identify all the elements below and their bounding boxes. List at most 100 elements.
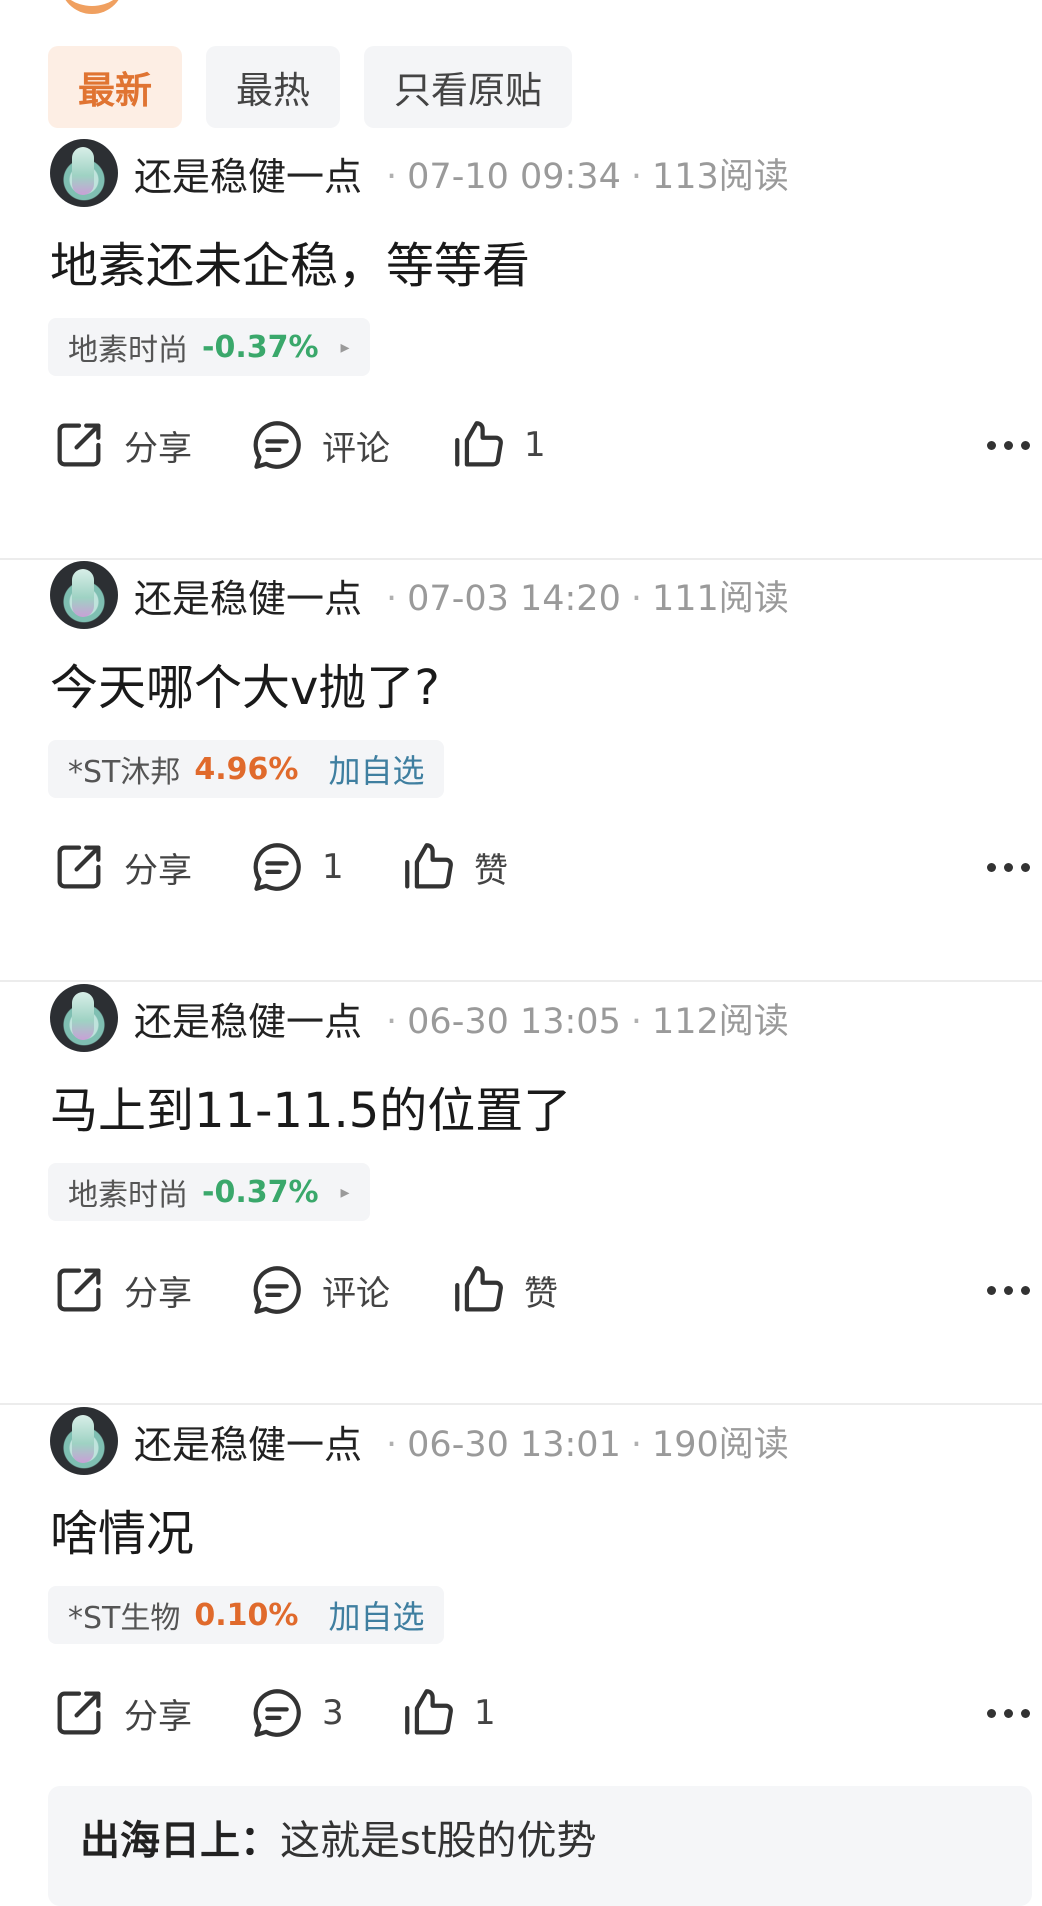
post-header: 还是稳健一点 · 07-03 14:20 · 111阅读 (50, 560, 789, 630)
author-name[interactable]: 还是稳健一点 (134, 991, 362, 1046)
post-card: 还是稳健一点 · 06-30 13:01 · 190阅读 啥情况 *ST生物 0.10… (0, 1406, 1042, 1786)
share-button[interactable]: 分享 (50, 1255, 192, 1325)
stock-change: 0.10% (194, 1597, 299, 1633)
share-button[interactable]: 分享 (50, 1678, 192, 1748)
comment-count: 1 (322, 847, 344, 887)
post-card: 还是稳健一点 · 06-30 13:05 · 112阅读 马上到11-11.5的位置了… (0, 983, 1042, 1405)
post-time: 07-03 14:20 (407, 578, 621, 619)
post-header: 还是稳健一点 · 07-10 09:34 · 113阅读 (50, 138, 789, 208)
comment-button[interactable]: 评论 (248, 410, 390, 480)
tab-latest[interactable]: 最新 (48, 46, 182, 128)
tab-hottest[interactable]: 最热 (206, 46, 340, 128)
read-count: 113阅读 (652, 156, 789, 197)
stock-tag[interactable]: *ST沐邦 4.96% 加自选 (48, 740, 445, 798)
reply-username[interactable]: 出海日上： (80, 1818, 280, 1864)
share-button[interactable]: 分享 (50, 410, 192, 480)
like-button[interactable]: 1 (450, 410, 546, 480)
add-watchlist-button[interactable]: 加自选 (328, 1592, 424, 1638)
comment-icon (253, 421, 301, 469)
like-button[interactable]: 赞 (450, 1255, 558, 1325)
like-count: 1 (524, 425, 546, 465)
action-bar: 分享 1 赞 (50, 832, 1030, 902)
comment-button[interactable]: 3 (248, 1678, 344, 1748)
comment-icon (253, 843, 301, 891)
thumbs-up-icon (405, 1689, 453, 1735)
divider (0, 1403, 1042, 1405)
comment-button[interactable]: 1 (248, 832, 344, 902)
share-label: 分享 (124, 850, 192, 891)
post-header: 还是稳健一点 · 06-30 13:01 · 190阅读 (50, 1406, 789, 1476)
read-count: 112阅读 (652, 1001, 789, 1042)
like-label: 赞 (474, 850, 508, 891)
avatar[interactable] (50, 984, 118, 1052)
post-content[interactable]: 今天哪个大v抛了? (50, 648, 440, 718)
chevron-right-icon: ▸ (340, 336, 350, 358)
avatar[interactable] (50, 1407, 118, 1475)
like-button[interactable]: 赞 (400, 832, 508, 902)
action-bar: 分享 评论 赞 (50, 1255, 1030, 1325)
share-label: 分享 (124, 1273, 192, 1314)
read-count: 190阅读 (652, 1424, 789, 1465)
comment-count: 3 (322, 1693, 344, 1733)
chevron-right-icon: ▸ (340, 1181, 350, 1203)
share-label: 分享 (124, 428, 192, 469)
comment-icon (253, 1689, 301, 1737)
like-count: 1 (474, 1693, 496, 1733)
stock-name: 地素时尚 (68, 333, 188, 368)
more-options-button[interactable] (987, 1678, 1030, 1748)
stock-change: -0.37% (202, 329, 319, 365)
like-button[interactable]: 1 (400, 1678, 496, 1748)
author-name[interactable]: 还是稳健一点 (134, 146, 362, 201)
post-card: 还是稳健一点 · 07-03 14:20 · 111阅读 今天哪个大v抛了? *ST沐… (0, 560, 1042, 982)
stock-name: *ST沐邦 (68, 755, 181, 790)
tab-original-only[interactable]: 只看原贴 (364, 46, 572, 128)
avatar[interactable] (50, 139, 118, 207)
post-time: 07-10 09:34 (407, 156, 621, 197)
comment-icon (253, 1266, 301, 1314)
more-options-button[interactable] (987, 410, 1030, 480)
share-label: 分享 (124, 1696, 192, 1737)
header-decoration (60, 0, 124, 14)
more-options-button[interactable] (987, 832, 1030, 902)
post-meta: · 07-03 14:20 · 111阅读 (386, 578, 789, 619)
read-count: 111阅读 (652, 578, 789, 619)
add-watchlist-button[interactable]: 加自选 (328, 746, 424, 792)
stock-change: 4.96% (194, 751, 299, 787)
author-name[interactable]: 还是稳健一点 (134, 1414, 362, 1469)
post-header: 还是稳健一点 · 06-30 13:05 · 112阅读 (50, 983, 789, 1053)
sort-tabs: 最新 最热 只看原贴 (48, 46, 572, 128)
share-icon (57, 845, 101, 889)
thumbs-up-icon (405, 843, 453, 889)
post-card: 还是稳健一点 · 07-10 09:34 · 113阅读 地素还未企稳，等等看 地素时… (0, 138, 1042, 560)
comment-button[interactable]: 评论 (248, 1255, 390, 1325)
more-options-button[interactable] (987, 1255, 1030, 1325)
reply-preview[interactable]: 出海日上：这就是st股的优势 (48, 1786, 1032, 1906)
avatar[interactable] (50, 561, 118, 629)
thumbs-up-icon (455, 421, 503, 467)
share-icon (57, 1268, 101, 1312)
action-bar: 分享 评论 1 (50, 410, 1030, 480)
post-content[interactable]: 啥情况 (50, 1494, 194, 1564)
thumbs-up-icon (455, 1266, 503, 1312)
post-meta: · 07-10 09:34 · 113阅读 (386, 156, 789, 197)
author-name[interactable]: 还是稳健一点 (134, 568, 362, 623)
post-time: 06-30 13:05 (407, 1001, 621, 1042)
stock-change: -0.37% (202, 1174, 319, 1210)
stock-name: *ST生物 (68, 1601, 181, 1636)
share-icon (57, 423, 101, 467)
stock-name: 地素时尚 (68, 1178, 188, 1213)
post-meta: · 06-30 13:05 · 112阅读 (386, 1001, 789, 1042)
post-time: 06-30 13:01 (407, 1424, 621, 1465)
post-content[interactable]: 地素还未企稳，等等看 (50, 226, 530, 296)
share-button[interactable]: 分享 (50, 832, 192, 902)
comment-label: 评论 (322, 428, 390, 469)
comment-label: 评论 (322, 1273, 390, 1314)
reply-text: 这就是st股的优势 (280, 1818, 597, 1864)
share-icon (57, 1691, 101, 1735)
post-meta: · 06-30 13:01 · 190阅读 (386, 1424, 789, 1465)
stock-tag[interactable]: 地素时尚 -0.37% ▸ (48, 1163, 370, 1221)
stock-tag[interactable]: *ST生物 0.10% 加自选 (48, 1586, 445, 1644)
post-content[interactable]: 马上到11-11.5的位置了 (50, 1071, 571, 1141)
stock-tag[interactable]: 地素时尚 -0.37% ▸ (48, 318, 370, 376)
divider (0, 980, 1042, 982)
